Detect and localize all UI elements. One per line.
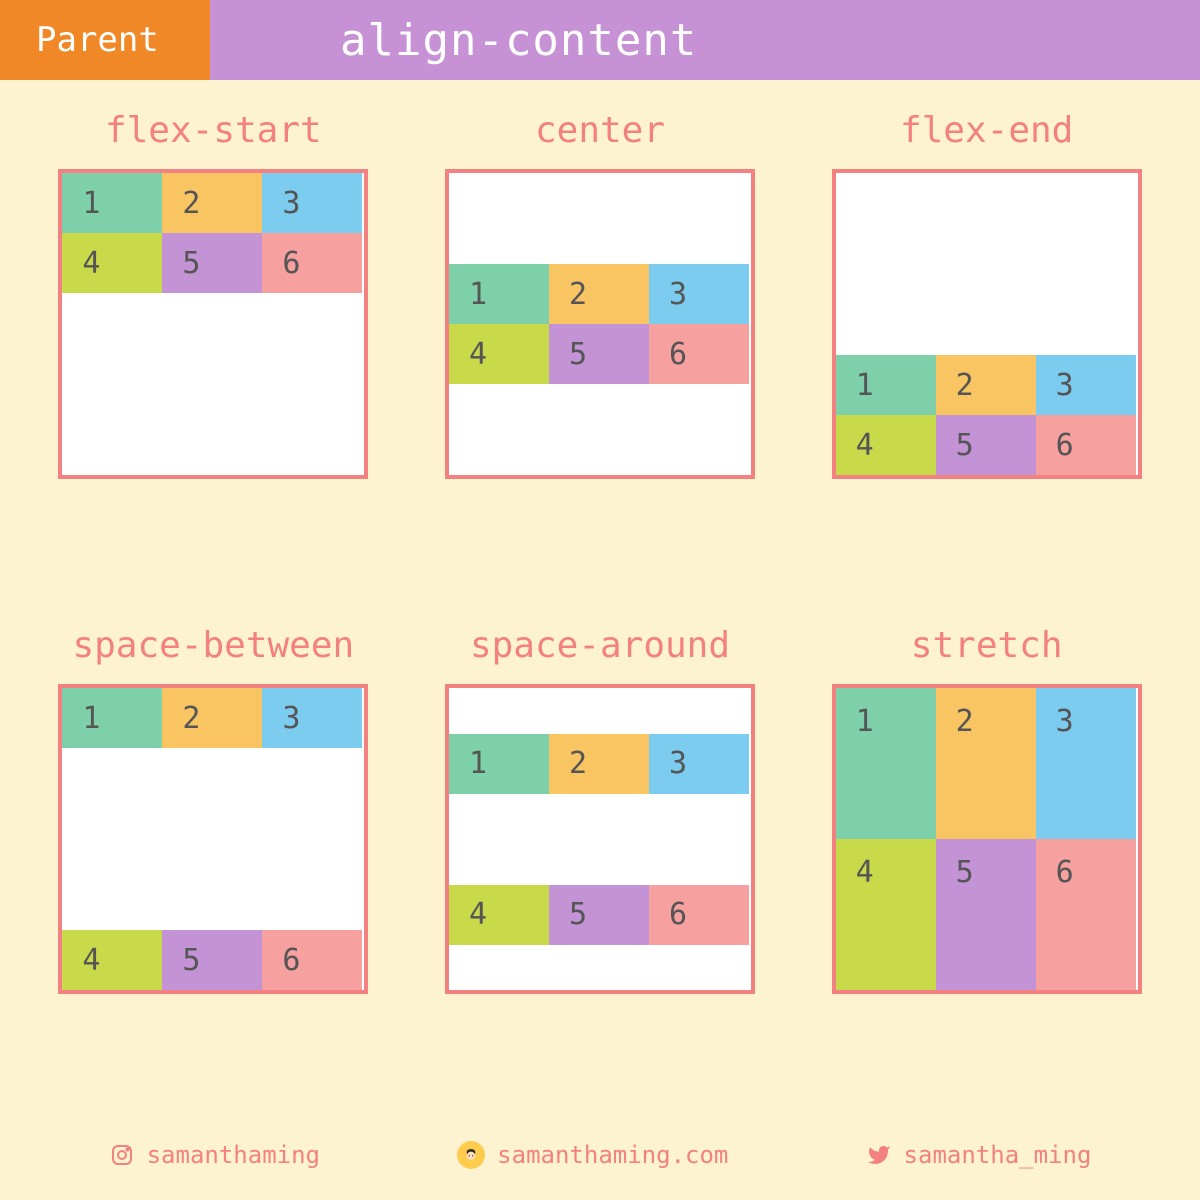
flex-item-5: 5 (162, 233, 262, 293)
page-title: align-content (210, 0, 1200, 80)
flex-item-1: 1 (62, 688, 162, 748)
flex-item-6: 6 (1036, 415, 1136, 475)
flex-item-5: 5 (936, 415, 1036, 475)
header-badge: Parent (0, 0, 210, 80)
example-flex-end: flex-end 123 456 (813, 110, 1160, 595)
flex-container: 123 456 (58, 684, 368, 994)
flex-item-2: 2 (936, 355, 1036, 415)
flex-item-5: 5 (549, 885, 649, 945)
avatar-icon (457, 1141, 485, 1169)
flex-item-6: 6 (1036, 839, 1136, 990)
flex-item-4: 4 (62, 930, 162, 990)
flex-item-3: 3 (262, 173, 362, 233)
footer-twitter[interactable]: samantha_ming (866, 1141, 1092, 1169)
flex-item-5: 5 (936, 839, 1036, 990)
example-space-between: space-between 123 456 (40, 625, 387, 1110)
flex-item-3: 3 (1036, 688, 1136, 839)
example-center: center 123 456 (427, 110, 774, 595)
example-flex-start: flex-start 123 456 (40, 110, 387, 595)
flex-item-4: 4 (836, 839, 936, 990)
example-space-around: space-around 123 456 (427, 625, 774, 1110)
header: Parent align-content (0, 0, 1200, 80)
flex-item-1: 1 (836, 688, 936, 839)
example-title: stretch (911, 625, 1063, 666)
flex-container: 123 456 (445, 169, 755, 479)
flex-item-2: 2 (549, 734, 649, 794)
twitter-icon (866, 1142, 892, 1168)
flex-item-2: 2 (936, 688, 1036, 839)
instagram-icon (109, 1142, 135, 1168)
flex-item-3: 3 (1036, 355, 1136, 415)
example-stretch: stretch 123456 (813, 625, 1160, 1110)
flex-item-5: 5 (162, 930, 262, 990)
flex-item-2: 2 (549, 264, 649, 324)
flex-item-1: 1 (449, 734, 549, 794)
footer: samanthaming samanthaming.com samantha_m… (0, 1120, 1200, 1200)
flex-item-3: 3 (262, 688, 362, 748)
flex-item-4: 4 (836, 415, 936, 475)
flex-item-4: 4 (449, 885, 549, 945)
flex-item-6: 6 (649, 324, 749, 384)
examples-grid: flex-start123456center123456flex-end1234… (0, 80, 1200, 1120)
footer-instagram-label: samanthaming (147, 1141, 320, 1169)
flex-item-6: 6 (262, 233, 362, 293)
example-title: center (535, 110, 665, 151)
flex-item-3: 3 (649, 734, 749, 794)
flex-item-6: 6 (649, 885, 749, 945)
flex-item-1: 1 (449, 264, 549, 324)
example-title: flex-end (900, 110, 1073, 151)
flex-container: 123 456 (445, 684, 755, 994)
flex-container: 123456 (832, 684, 1142, 994)
flex-item-3: 3 (649, 264, 749, 324)
flex-item-2: 2 (162, 688, 262, 748)
flex-item-5: 5 (549, 324, 649, 384)
example-title: space-between (72, 625, 354, 666)
flex-item-1: 1 (62, 173, 162, 233)
footer-instagram[interactable]: samanthaming (109, 1141, 320, 1169)
flex-item-1: 1 (836, 355, 936, 415)
flex-item-4: 4 (449, 324, 549, 384)
flex-container: 123 456 (832, 169, 1142, 479)
footer-twitter-label: samantha_ming (904, 1141, 1092, 1169)
footer-website-label: samanthaming.com (497, 1141, 728, 1169)
footer-website[interactable]: samanthaming.com (457, 1141, 728, 1169)
example-title: space-around (470, 625, 730, 666)
flex-container: 123 456 (58, 169, 368, 479)
example-title: flex-start (105, 110, 322, 151)
flex-item-2: 2 (162, 173, 262, 233)
flex-item-4: 4 (62, 233, 162, 293)
flex-item-6: 6 (262, 930, 362, 990)
